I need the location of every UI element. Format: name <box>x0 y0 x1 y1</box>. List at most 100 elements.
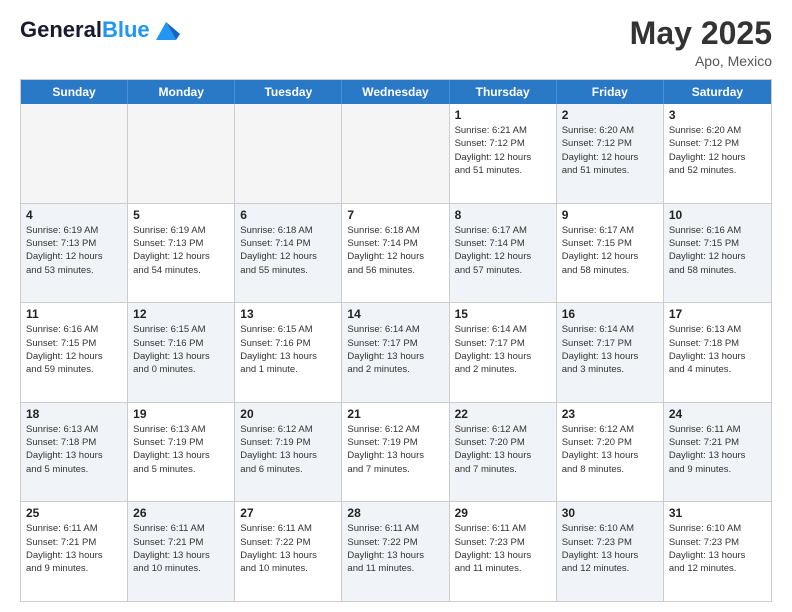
day-number: 16 <box>562 307 658 321</box>
calendar-cell-r1-c6: 2 Sunrise: 6:20 AM Sunset: 7:12 PM Daylig… <box>557 104 664 203</box>
day-info: Sunrise: 6:11 AM Sunset: 7:23 PM Dayligh… <box>455 522 551 575</box>
day-info: Sunrise: 6:19 AM Sunset: 7:13 PM Dayligh… <box>133 224 229 277</box>
day-info: Sunrise: 6:11 AM Sunset: 7:21 PM Dayligh… <box>133 522 229 575</box>
header: GeneralBlue May 2025 Apo, Mexico <box>20 16 772 69</box>
calendar-row-5: 25 Sunrise: 6:11 AM Sunset: 7:21 PM Dayli… <box>21 501 771 601</box>
calendar-cell-r4-c6: 23 Sunrise: 6:12 AM Sunset: 7:20 PM Dayli… <box>557 403 664 502</box>
day-number: 10 <box>669 208 766 222</box>
calendar-cell-r2-c5: 8Sunrise: 6:17 AM Sunset: 7:14 PM Daylig… <box>450 204 557 303</box>
header-friday: Friday <box>557 80 664 104</box>
day-number: 27 <box>240 506 336 520</box>
calendar-cell-r3-c1: 11 Sunrise: 6:16 AM Sunset: 7:15 PM Dayli… <box>21 303 128 402</box>
calendar-cell-r4-c2: 19 Sunrise: 6:13 AM Sunset: 7:19 PM Dayli… <box>128 403 235 502</box>
day-number: 5 <box>133 208 229 222</box>
location: Apo, Mexico <box>630 53 772 69</box>
day-number: 18 <box>26 407 122 421</box>
day-number: 21 <box>347 407 443 421</box>
day-number: 2 <box>562 108 658 122</box>
calendar-cell-r1-c5: 1Sunrise: 6:21 AM Sunset: 7:12 PM Daylig… <box>450 104 557 203</box>
day-number: 15 <box>455 307 551 321</box>
calendar-cell-r1-c7: 3 Sunrise: 6:20 AM Sunset: 7:12 PM Daylig… <box>664 104 771 203</box>
logo-icon <box>152 16 180 44</box>
calendar-cell-r2-c6: 9Sunrise: 6:17 AM Sunset: 7:15 PM Daylig… <box>557 204 664 303</box>
day-number: 29 <box>455 506 551 520</box>
day-number: 3 <box>669 108 766 122</box>
calendar-cell-r2-c2: 5 Sunrise: 6:19 AM Sunset: 7:13 PM Daylig… <box>128 204 235 303</box>
day-number: 28 <box>347 506 443 520</box>
day-info: Sunrise: 6:12 AM Sunset: 7:19 PM Dayligh… <box>240 423 336 476</box>
day-info: Sunrise: 6:13 AM Sunset: 7:18 PM Dayligh… <box>26 423 122 476</box>
day-info: Sunrise: 6:11 AM Sunset: 7:21 PM Dayligh… <box>26 522 122 575</box>
day-info: Sunrise: 6:12 AM Sunset: 7:20 PM Dayligh… <box>455 423 551 476</box>
day-number: 11 <box>26 307 122 321</box>
day-number: 26 <box>133 506 229 520</box>
calendar-cell-r5-c5: 29 Sunrise: 6:11 AM Sunset: 7:23 PM Dayli… <box>450 502 557 601</box>
calendar-cell-r4-c3: 20Sunrise: 6:12 AM Sunset: 7:19 PM Dayli… <box>235 403 342 502</box>
calendar-cell-r3-c3: 13Sunrise: 6:15 AM Sunset: 7:16 PM Dayli… <box>235 303 342 402</box>
calendar-cell-r5-c6: 30 Sunrise: 6:10 AM Sunset: 7:23 PM Dayli… <box>557 502 664 601</box>
day-info: Sunrise: 6:14 AM Sunset: 7:17 PM Dayligh… <box>455 323 551 376</box>
calendar-row-4: 18 Sunrise: 6:13 AM Sunset: 7:18 PM Dayli… <box>21 402 771 502</box>
day-info: Sunrise: 6:12 AM Sunset: 7:19 PM Dayligh… <box>347 423 443 476</box>
calendar-cell-r5-c1: 25 Sunrise: 6:11 AM Sunset: 7:21 PM Dayli… <box>21 502 128 601</box>
header-monday: Monday <box>128 80 235 104</box>
logo-blue-text: Blue <box>102 17 150 42</box>
day-number: 23 <box>562 407 658 421</box>
day-number: 7 <box>347 208 443 222</box>
day-info: Sunrise: 6:20 AM Sunset: 7:12 PM Dayligh… <box>669 124 766 177</box>
calendar-cell-r1-c4 <box>342 104 449 203</box>
calendar: Sunday Monday Tuesday Wednesday Thursday… <box>20 79 772 602</box>
day-number: 14 <box>347 307 443 321</box>
calendar-cell-r4-c5: 22Sunrise: 6:12 AM Sunset: 7:20 PM Dayli… <box>450 403 557 502</box>
day-info: Sunrise: 6:16 AM Sunset: 7:15 PM Dayligh… <box>26 323 122 376</box>
day-info: Sunrise: 6:10 AM Sunset: 7:23 PM Dayligh… <box>562 522 658 575</box>
page: GeneralBlue May 2025 Apo, Mexico Sunday … <box>0 0 792 612</box>
calendar-cell-r3-c5: 15 Sunrise: 6:14 AM Sunset: 7:17 PM Dayli… <box>450 303 557 402</box>
calendar-cell-r3-c6: 16 Sunrise: 6:14 AM Sunset: 7:17 PM Dayli… <box>557 303 664 402</box>
header-tuesday: Tuesday <box>235 80 342 104</box>
day-info: Sunrise: 6:13 AM Sunset: 7:19 PM Dayligh… <box>133 423 229 476</box>
header-wednesday: Wednesday <box>342 80 449 104</box>
header-thursday: Thursday <box>450 80 557 104</box>
calendar-cell-r5-c3: 27 Sunrise: 6:11 AM Sunset: 7:22 PM Dayli… <box>235 502 342 601</box>
calendar-body: 1Sunrise: 6:21 AM Sunset: 7:12 PM Daylig… <box>21 104 771 601</box>
day-info: Sunrise: 6:19 AM Sunset: 7:13 PM Dayligh… <box>26 224 122 277</box>
calendar-cell-r4-c4: 21 Sunrise: 6:12 AM Sunset: 7:19 PM Dayli… <box>342 403 449 502</box>
calendar-cell-r1-c2 <box>128 104 235 203</box>
calendar-cell-r3-c4: 14 Sunrise: 6:14 AM Sunset: 7:17 PM Dayli… <box>342 303 449 402</box>
title-block: May 2025 Apo, Mexico <box>630 16 772 69</box>
calendar-header: Sunday Monday Tuesday Wednesday Thursday… <box>21 80 771 104</box>
calendar-cell-r2-c3: 6Sunrise: 6:18 AM Sunset: 7:14 PM Daylig… <box>235 204 342 303</box>
day-info: Sunrise: 6:12 AM Sunset: 7:20 PM Dayligh… <box>562 423 658 476</box>
day-info: Sunrise: 6:10 AM Sunset: 7:23 PM Dayligh… <box>669 522 766 575</box>
calendar-cell-r1-c1 <box>21 104 128 203</box>
day-info: Sunrise: 6:14 AM Sunset: 7:17 PM Dayligh… <box>562 323 658 376</box>
day-number: 8 <box>455 208 551 222</box>
header-saturday: Saturday <box>664 80 771 104</box>
day-number: 30 <box>562 506 658 520</box>
day-number: 6 <box>240 208 336 222</box>
logo-text: GeneralBlue <box>20 19 150 41</box>
day-info: Sunrise: 6:11 AM Sunset: 7:22 PM Dayligh… <box>240 522 336 575</box>
day-info: Sunrise: 6:14 AM Sunset: 7:17 PM Dayligh… <box>347 323 443 376</box>
day-info: Sunrise: 6:15 AM Sunset: 7:16 PM Dayligh… <box>133 323 229 376</box>
day-number: 13 <box>240 307 336 321</box>
calendar-cell-r2-c4: 7Sunrise: 6:18 AM Sunset: 7:14 PM Daylig… <box>342 204 449 303</box>
day-number: 4 <box>26 208 122 222</box>
day-number: 19 <box>133 407 229 421</box>
day-info: Sunrise: 6:20 AM Sunset: 7:12 PM Dayligh… <box>562 124 658 177</box>
day-number: 25 <box>26 506 122 520</box>
day-number: 17 <box>669 307 766 321</box>
day-info: Sunrise: 6:16 AM Sunset: 7:15 PM Dayligh… <box>669 224 766 277</box>
day-info: Sunrise: 6:21 AM Sunset: 7:12 PM Dayligh… <box>455 124 551 177</box>
calendar-cell-r5-c2: 26 Sunrise: 6:11 AM Sunset: 7:21 PM Dayli… <box>128 502 235 601</box>
calendar-cell-r1-c3 <box>235 104 342 203</box>
day-info: Sunrise: 6:11 AM Sunset: 7:22 PM Dayligh… <box>347 522 443 575</box>
calendar-row-2: 4 Sunrise: 6:19 AM Sunset: 7:13 PM Daylig… <box>21 203 771 303</box>
calendar-cell-r5-c4: 28 Sunrise: 6:11 AM Sunset: 7:22 PM Dayli… <box>342 502 449 601</box>
day-info: Sunrise: 6:11 AM Sunset: 7:21 PM Dayligh… <box>669 423 766 476</box>
day-number: 31 <box>669 506 766 520</box>
day-number: 24 <box>669 407 766 421</box>
calendar-cell-r2-c7: 10 Sunrise: 6:16 AM Sunset: 7:15 PM Dayli… <box>664 204 771 303</box>
calendar-row-1: 1Sunrise: 6:21 AM Sunset: 7:12 PM Daylig… <box>21 104 771 203</box>
